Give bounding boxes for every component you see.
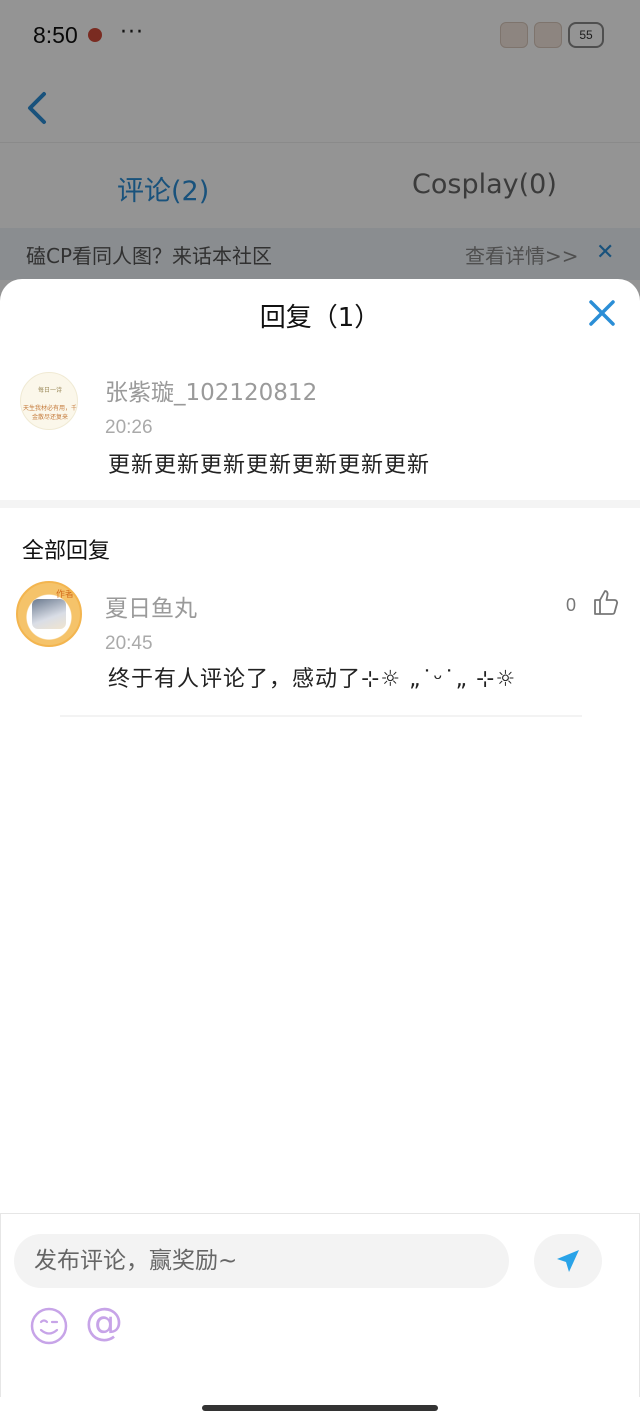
original-comment: 每日一诗 天生我材必有用，千金散尽还复来 张紫璇_102120812 20:26… — [0, 359, 640, 499]
close-icon[interactable] — [586, 297, 618, 329]
username[interactable]: 夏日鱼丸 — [105, 589, 197, 623]
avatar-poem: 天生我材必有用，千金散尽还复来 — [22, 405, 77, 421]
divider — [0, 500, 640, 508]
avatar[interactable]: 作者 — [16, 581, 82, 647]
comment-input[interactable] — [14, 1234, 509, 1288]
mention-button[interactable]: @ — [85, 1300, 123, 1344]
section-title: 全部回复 — [22, 539, 111, 564]
avatar-image — [32, 599, 66, 629]
home-indicator — [202, 1405, 438, 1411]
divider — [60, 715, 582, 717]
reply-content: 终于有人评论了，感动了⊹☼ „˙ᵕ˙„ ⊹☼ — [108, 667, 517, 692]
thumbs-up-icon[interactable] — [592, 587, 622, 617]
list-item: 作者 夏日鱼丸 20:45 终于有人评论了，感动了⊹☼ „˙ᵕ˙„ ⊹☼ 0 — [0, 575, 640, 717]
avatar[interactable]: 每日一诗 天生我材必有用，千金散尽还复来 — [20, 372, 78, 430]
comment-bar: @ — [0, 1213, 640, 1397]
emoji-icon[interactable] — [29, 1306, 69, 1346]
like-count: 0 — [566, 595, 577, 615]
author-tag: 作者 — [56, 590, 75, 600]
comment-content: 更新更新更新更新更新更新更新 — [108, 453, 431, 478]
timestamp: 20:45 — [105, 633, 153, 654]
avatar-caption: 每日一诗 — [37, 387, 62, 394]
send-button[interactable] — [534, 1234, 602, 1288]
sheet-title: 回复（1） — [259, 303, 381, 333]
username[interactable]: 张紫璇_102120812 — [105, 373, 317, 407]
timestamp: 20:26 — [105, 417, 153, 438]
send-icon — [557, 1250, 579, 1272]
